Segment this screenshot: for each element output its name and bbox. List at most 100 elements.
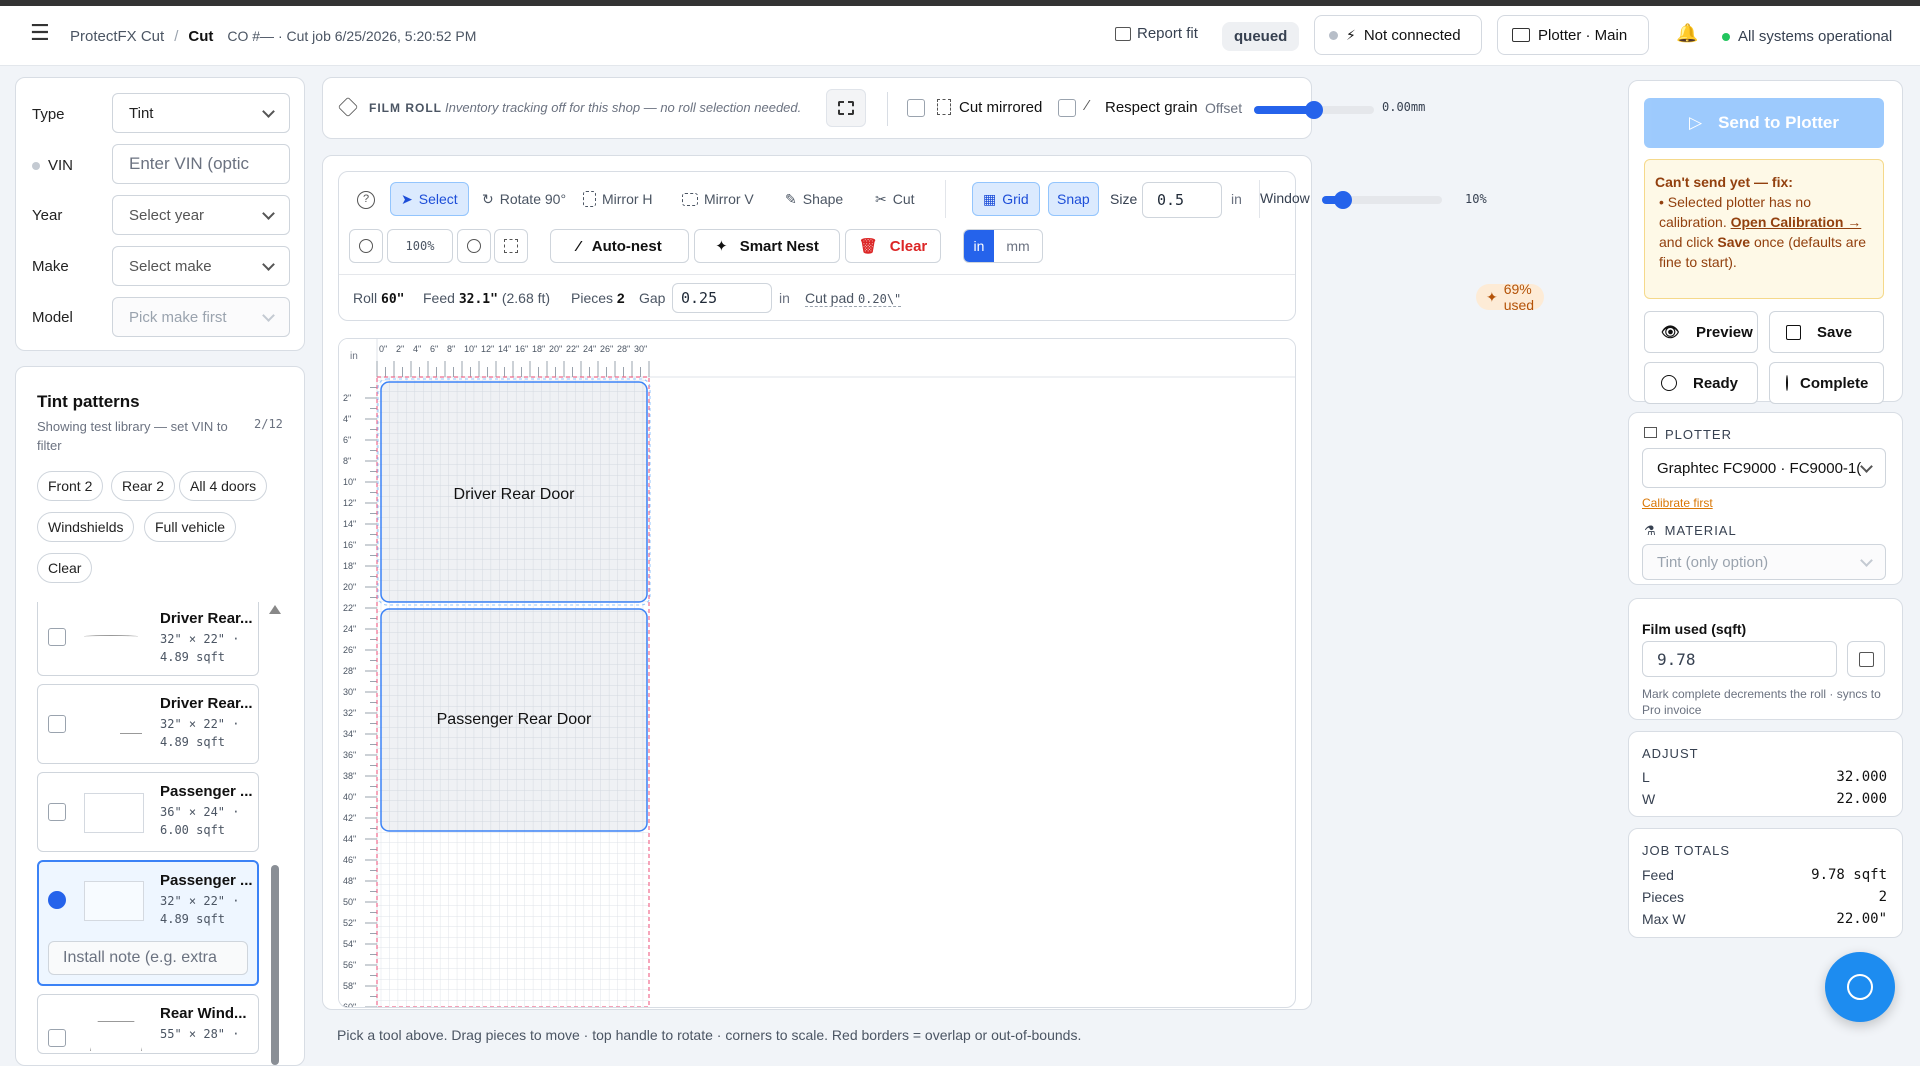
respect-grain-checkbox[interactable]: [1058, 99, 1076, 117]
report-fit-label: Report fit: [1137, 25, 1198, 42]
pattern-card[interactable]: Driver Rear... 32" × 22" · 4.89 sqft: [37, 684, 259, 764]
cut-canvas[interactable]: 0" 2" 4" 6" 8" 10" 12" 14" 16" 18" 20" 22" 24" 26" 28"…: [338, 338, 1296, 1008]
x-tick-label: 28": [617, 344, 630, 354]
usage-badge: ✦ 69% used: [1476, 281, 1545, 313]
offset-slider-knob[interactable]: [1305, 101, 1323, 119]
make-select[interactable]: Select make: [112, 246, 290, 286]
vin-input[interactable]: Enter VIN (optic: [112, 144, 290, 184]
size-input[interactable]: 0.5: [1142, 182, 1222, 218]
report-fit-button[interactable]: Report fit: [1115, 25, 1198, 42]
cut-button[interactable]: ✂ Cut: [865, 182, 925, 216]
chat-button[interactable]: [1825, 952, 1895, 1022]
job-title: CO #— · Cut job 6/25/2026, 5:20:52 PM: [227, 28, 477, 44]
cut-pad[interactable]: Cut pad 0.20\": [805, 290, 902, 307]
y-tick-label: 52": [343, 918, 356, 928]
pattern-card[interactable]: Rear Wind... 55" × 28" ·: [37, 994, 259, 1054]
zoom-in-button[interactable]: [457, 229, 491, 263]
piece-passenger-rear-door[interactable]: Passenger Rear Door: [380, 608, 648, 832]
pattern-sqft: 4.89 sqft: [160, 912, 226, 926]
x-tick-label: 16": [515, 344, 528, 354]
pattern-checkbox[interactable]: [48, 1029, 66, 1047]
piece-label: Driver Rear Door: [454, 486, 576, 503]
scan-button[interactable]: [826, 89, 866, 127]
film-used-input[interactable]: 9.78: [1642, 641, 1837, 677]
calibrate-first-link[interactable]: Calibrate first: [1642, 496, 1713, 510]
help-icon[interactable]: ?: [357, 191, 375, 209]
plotter-button[interactable]: Plotter · Main: [1497, 15, 1649, 55]
ready-button[interactable]: Ready: [1644, 362, 1758, 404]
filter-front-2[interactable]: Front 2: [37, 471, 104, 501]
plotter-select[interactable]: Graphtec FC9000 · FC9000-1(: [1642, 448, 1886, 488]
usage-text: 69% used: [1503, 281, 1535, 313]
connection-button[interactable]: ⚡ Not connected: [1314, 15, 1482, 55]
pattern-card[interactable]: Driver Rear... 32" × 22" · 4.89 sqft: [37, 602, 259, 676]
grid-icon: ▦: [983, 190, 997, 207]
pattern-checkbox[interactable]: [48, 628, 66, 646]
make-value: Select make: [129, 257, 212, 275]
chevron-down-icon: [262, 308, 275, 322]
model-select[interactable]: Pick make first: [112, 297, 290, 337]
pattern-sqft: 4.89 sqft: [160, 650, 226, 664]
bell-icon[interactable]: 🔔: [1676, 23, 1698, 44]
smart-nest-button[interactable]: ✦ Smart Nest: [694, 229, 840, 263]
material-select[interactable]: Tint (only option): [1642, 544, 1886, 580]
pattern-checkbox[interactable]: [48, 803, 66, 821]
y-tick-label: 34": [343, 729, 356, 739]
save-button[interactable]: Save: [1769, 311, 1884, 353]
rotate-button[interactable]: ↻ Rotate 90°: [472, 182, 576, 216]
breadcrumb-page: Cut: [188, 28, 214, 45]
menu-icon[interactable]: ☰: [30, 20, 50, 46]
preview-label: Preview: [1696, 323, 1753, 341]
save-label: Save: [1817, 323, 1853, 341]
piece-driver-rear-door[interactable]: Driver Rear Door: [377, 378, 651, 606]
mirror-h-button[interactable]: Mirror H: [573, 182, 663, 216]
scroll-up-icon[interactable]: [269, 605, 281, 614]
filter-full-vehicle[interactable]: Full vehicle: [144, 512, 237, 542]
scrollbar-thumb[interactable]: [271, 865, 279, 1065]
respect-grain-label: Respect grain: [1105, 99, 1198, 116]
y-tick-label: 54": [343, 939, 356, 949]
vin-placeholder: Enter VIN (optic: [129, 154, 249, 173]
snap-toggle[interactable]: Snap: [1048, 182, 1099, 216]
type-label: Type: [32, 106, 65, 123]
preview-button[interactable]: 👁 Preview: [1644, 311, 1758, 353]
offset-slider[interactable]: [1254, 101, 1374, 119]
warning-text-2: and click: [1659, 234, 1714, 250]
shape-button[interactable]: ✎ Shape: [775, 182, 853, 216]
send-to-plotter-button[interactable]: ▷ Send to Plotter: [1644, 98, 1884, 148]
cut-mirrored-checkbox[interactable]: [907, 99, 925, 117]
filter-clear[interactable]: Clear: [37, 553, 93, 583]
plotter-value: Graphtec FC9000 · FC9000-1(: [1657, 459, 1862, 477]
filter-rear-2[interactable]: Rear 2: [111, 471, 176, 501]
unit-in-button[interactable]: in: [964, 230, 994, 262]
open-calibration-link[interactable]: Open Calibration →: [1731, 214, 1862, 230]
fit-button[interactable]: [494, 229, 528, 263]
pattern-checkbox[interactable]: [48, 715, 66, 733]
select-tool-button[interactable]: ➤ Select: [390, 182, 469, 216]
install-note-input[interactable]: Install note (e.g. extra: [48, 941, 248, 975]
complete-button[interactable]: Complete: [1769, 362, 1884, 404]
model-label: Model: [32, 309, 73, 326]
checked-icon[interactable]: [48, 891, 66, 909]
y-tick-label: 28": [343, 666, 356, 676]
zoom-out-button[interactable]: [349, 229, 383, 263]
auto-nest-button[interactable]: ⁄ Auto-nest: [550, 229, 689, 263]
window-slider-knob[interactable]: [1334, 191, 1352, 209]
clear-button[interactable]: 🗑 Clear: [845, 229, 941, 263]
filter-windshields[interactable]: Windshields: [37, 512, 135, 542]
chevron-down-icon: [1860, 459, 1873, 473]
grid-toggle[interactable]: ▦ Grid: [972, 182, 1040, 216]
window-slider[interactable]: [1322, 191, 1442, 209]
zoom-out-icon: [359, 239, 373, 253]
breadcrumb-app[interactable]: ProtectFX Cut: [70, 28, 164, 45]
type-select[interactable]: Tint: [112, 93, 290, 133]
pattern-card-selected[interactable]: Passenger ... 32" × 22" · 4.89 sqft Inst…: [37, 860, 259, 986]
gap-input[interactable]: 0.25: [672, 283, 772, 313]
vin-label-text: VIN: [48, 157, 74, 174]
save-film-button[interactable]: [1847, 641, 1885, 677]
mirror-v-button[interactable]: Mirror V: [672, 182, 764, 216]
unit-mm-button[interactable]: mm: [994, 230, 1042, 262]
pattern-card[interactable]: Passenger ... 36" × 24" · 6.00 sqft: [37, 772, 259, 852]
filter-all-4-doors[interactable]: All 4 doors: [179, 471, 268, 501]
year-select[interactable]: Select year: [112, 195, 290, 235]
